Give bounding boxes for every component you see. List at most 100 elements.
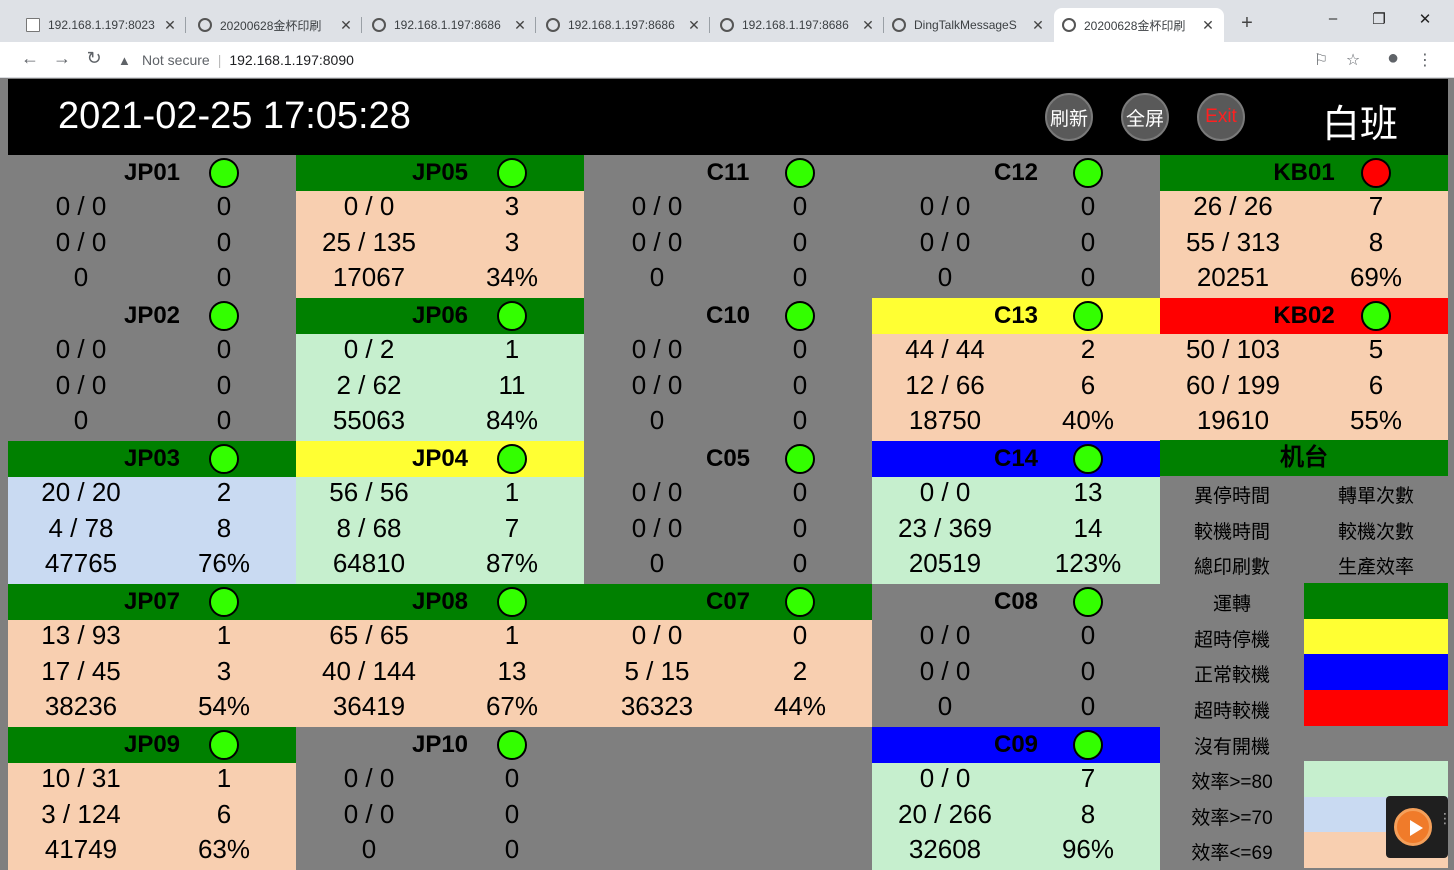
tab-title: 192.168.1.197:8686 — [742, 18, 849, 32]
reload-button[interactable]: ↻ — [82, 48, 106, 69]
machine-value: 0 — [504, 799, 520, 829]
machine-value: 60 / 199 — [1186, 370, 1280, 400]
back-button[interactable]: ← — [18, 48, 42, 69]
refresh-button[interactable]: 刷新 — [1045, 93, 1093, 141]
machine-tile-jp02: JP02 0 / 0 0 0 / 0 0 0 0 — [8, 298, 296, 441]
new-tab-button[interactable]: + — [1236, 12, 1258, 35]
legend-color-swatch — [1304, 619, 1448, 655]
machine-value: 47765 — [44, 548, 118, 578]
legend-color-swatch — [1304, 583, 1448, 619]
machine-values: 65 / 65 1 40 / 144 13 36419 67% — [296, 620, 584, 727]
machine-value: 0 / 0 — [631, 513, 683, 543]
machine-value: 2 — [792, 656, 808, 686]
machine-value: 40 / 144 — [322, 656, 416, 686]
machine-values: 0 / 0 0 0 / 0 0 0 0 — [8, 191, 296, 298]
forward-button[interactable]: → — [50, 48, 74, 69]
machine-name: C11 — [706, 159, 750, 186]
tab-title: 192.168.1.197:8686 — [568, 18, 675, 32]
machine-value: 0 — [1080, 262, 1096, 292]
machine-value: 8 / 68 — [336, 513, 402, 543]
machine-value: 0 — [216, 191, 232, 221]
globe-icon — [198, 18, 212, 32]
machine-tile-jp04: JP04 56 / 56 1 8 / 68 7 64810 87% — [296, 441, 584, 584]
machine-value: 67% — [485, 691, 539, 721]
machine-values: 0 / 0 0 0 / 0 0 0 0 — [872, 191, 1160, 298]
machine-values: 50 / 103 5 60 / 199 6 19610 55% — [1160, 334, 1448, 441]
browser-tab-7-active[interactable]: 20200628金杯印刷 ✕ — [1054, 8, 1224, 42]
address-text[interactable]: 192.168.1.197:8090 — [229, 52, 354, 68]
legend-field: 較機時間 — [1193, 522, 1270, 543]
machine-value: 0 — [216, 370, 232, 400]
browser-tab-3[interactable]: 192.168.1.197:8686 ✕ — [364, 8, 536, 42]
status-indicator — [497, 730, 527, 760]
machine-value: 0 — [792, 191, 808, 221]
browser-tab-5[interactable]: 192.168.1.197:8686 ✕ — [712, 8, 884, 42]
legend-state-label: 正常較機 — [1193, 665, 1270, 686]
tab-close-icon[interactable]: ✕ — [1200, 17, 1216, 34]
tab-close-icon[interactable]: ✕ — [686, 17, 702, 34]
status-indicator — [1073, 730, 1103, 760]
machine-tile-c13: C13 44 / 44 2 12 / 66 6 18750 40% — [872, 298, 1160, 441]
machine-value: 13 — [497, 656, 527, 686]
machine-values: 0 / 0 7 20 / 266 8 32608 96% — [872, 763, 1160, 870]
machine-value: 17 / 45 — [41, 656, 121, 686]
machine-tile-c12: C12 0 / 0 0 0 / 0 0 0 0 — [872, 155, 1160, 298]
machine-tile-kb02: KB02 50 / 103 5 60 / 199 6 19610 55% — [1160, 298, 1448, 441]
browser-window: 192.168.1.197:8023 ✕ 20200628金杯印刷 ✕ 192.… — [0, 0, 1454, 870]
tab-close-icon[interactable]: ✕ — [1030, 17, 1046, 34]
minimize-button[interactable]: – — [1310, 10, 1356, 27]
machine-value: 11 — [498, 370, 526, 400]
machine-tile-kb01: KB01 26 / 26 7 55 / 313 8 20251 69% — [1160, 155, 1448, 298]
fullscreen-button[interactable]: 全屏 — [1121, 93, 1169, 141]
browser-tab-6[interactable]: DingTalkMessageS ✕ — [884, 8, 1054, 42]
machine-value: 0 — [792, 548, 808, 578]
tab-close-icon[interactable]: ✕ — [162, 17, 178, 34]
datetime-display: 2021-02-25 17:05:28 — [58, 95, 411, 137]
machine-value: 20 / 266 — [898, 799, 992, 829]
browser-tab-1[interactable]: 192.168.1.197:8023 ✕ — [18, 8, 186, 42]
warning-icon[interactable]: ▲ — [118, 53, 136, 68]
machine-value: 0 — [649, 548, 665, 578]
machine-value: 50 / 103 — [1186, 334, 1280, 364]
machine-tile-jp09: JP09 10 / 31 1 3 / 124 6 41749 63% — [8, 727, 296, 870]
machine-values: 20 / 20 2 4 / 78 8 47765 76% — [8, 477, 296, 584]
exit-button[interactable]: Exit — [1197, 93, 1245, 141]
machine-value: 0 / 0 — [55, 370, 107, 400]
tab-close-icon[interactable]: ✕ — [860, 17, 876, 34]
status-indicator — [209, 444, 239, 474]
machine-value: 32608 — [908, 834, 982, 864]
tab-close-icon[interactable]: ✕ — [338, 17, 354, 34]
machine-value: 84% — [485, 405, 539, 435]
restore-button[interactable]: ❐ — [1356, 10, 1402, 28]
status-indicator — [785, 444, 815, 474]
record-play-icon[interactable] — [1394, 808, 1432, 846]
legend-state-label: 沒有開機 — [1193, 737, 1270, 758]
machine-values: 10 / 31 1 3 / 124 6 41749 63% — [8, 763, 296, 870]
screen-recorder-widget[interactable]: ⋮ — [1386, 796, 1452, 858]
security-status[interactable]: Not secure — [142, 52, 210, 68]
machine-value: 0 — [1080, 227, 1096, 257]
status-indicator — [497, 158, 527, 188]
machine-value: 3 — [504, 227, 520, 257]
translate-icon[interactable]: ⚐ — [1310, 50, 1332, 70]
profile-icon[interactable]: ● — [1382, 47, 1404, 70]
bookmark-star-icon[interactable]: ☆ — [1342, 50, 1364, 70]
machine-value: 0 / 2 — [343, 334, 395, 364]
machine-name: C13 — [993, 302, 1039, 329]
machine-value: 1 — [504, 334, 520, 364]
browser-tab-2[interactable]: 20200628金杯印刷 ✕ — [190, 8, 362, 42]
tab-title: 192.168.1.197:8023 — [48, 18, 155, 32]
machine-value: 0 — [216, 262, 232, 292]
widget-menu-icon[interactable]: ⋮ — [1438, 811, 1452, 825]
machine-value: 20 / 20 — [41, 477, 121, 507]
browser-tab-4[interactable]: 192.168.1.197:8686 ✕ — [538, 8, 710, 42]
close-window-button[interactable]: ✕ — [1402, 10, 1448, 28]
machine-name: JP10 — [411, 731, 469, 758]
status-indicator — [497, 301, 527, 331]
machine-value: 6 — [216, 799, 232, 829]
tab-close-icon[interactable]: ✕ — [512, 17, 528, 34]
address-bar[interactable]: ▲ Not secure | 192.168.1.197:8090 — [118, 47, 1298, 73]
menu-icon[interactable]: ⋮ — [1414, 50, 1436, 70]
legend-state-label: 運轉 — [1212, 594, 1251, 615]
machine-tile-jp03: JP03 20 / 20 2 4 / 78 8 47765 76% — [8, 441, 296, 584]
